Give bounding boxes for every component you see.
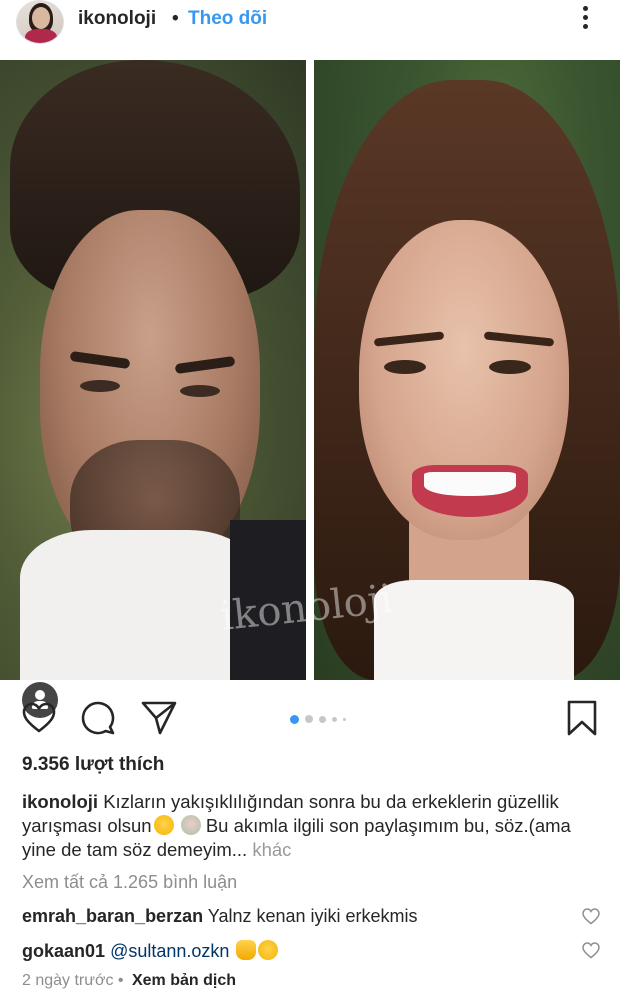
header-username[interactable]: ikonoloji <box>78 8 156 30</box>
avatar[interactable] <box>16 0 64 44</box>
post-time: 2 ngày trước <box>22 972 114 989</box>
carousel-dot <box>305 715 313 723</box>
meta-separator: • <box>117 972 124 989</box>
follow-button[interactable]: Theo dõi <box>188 8 267 30</box>
comment-mention[interactable]: @sultann.ozkn <box>110 941 229 961</box>
paper-plane-icon[interactable] <box>140 700 178 736</box>
caption: ikonoloji Kızların yakışıklılığından son… <box>22 790 602 862</box>
comment-item: gokaan01 @sultann.ozkn <box>22 940 279 962</box>
carousel-dot <box>332 716 337 722</box>
post-header: ikonoloji • Theo dõi <box>0 0 620 60</box>
bookmark-icon[interactable] <box>566 700 598 736</box>
laughing-emoji-icon <box>153 815 174 835</box>
post-meta: 2 ngày trước • Xem bản dịch <box>22 972 236 990</box>
laughing-emoji-icon <box>258 940 279 960</box>
carousel-dot <box>343 717 346 721</box>
comment-heart-icon[interactable] <box>582 942 600 959</box>
thumbs-up-emoji-icon <box>236 940 257 960</box>
post-image-carousel[interactable]: ikonoloji <box>0 60 620 718</box>
header-separator: • <box>172 8 179 29</box>
carousel-dot <box>319 715 326 723</box>
caption-more-link[interactable]: khác <box>252 839 291 860</box>
comment-heart-icon[interactable] <box>582 908 600 925</box>
more-vertical-icon[interactable] <box>570 6 600 30</box>
caption-username[interactable]: ikonoloji <box>22 791 98 812</box>
comment-item: emrah_baran_berzan Yalnz kenan iyiki erk… <box>22 906 418 927</box>
heart-icon[interactable] <box>22 702 56 734</box>
carousel-dot-active <box>290 714 299 724</box>
comment-username[interactable]: emrah_baran_berzan <box>22 906 203 926</box>
post-photo-left <box>0 60 306 680</box>
comment-username[interactable]: gokaan01 <box>22 941 105 961</box>
carousel-indicator <box>290 714 346 724</box>
action-bar <box>0 690 620 746</box>
likes-count[interactable]: 9.356 lượt thích <box>22 754 164 776</box>
comment-icon[interactable] <box>80 700 116 736</box>
view-all-comments-link[interactable]: Xem tất cả 1.265 bình luận <box>22 872 237 893</box>
see-translation-link[interactable]: Xem bản dịch <box>132 972 236 989</box>
comment-text: Yalnz kenan iyiki erkekmis <box>207 906 418 926</box>
fairy-emoji-icon <box>180 815 201 835</box>
